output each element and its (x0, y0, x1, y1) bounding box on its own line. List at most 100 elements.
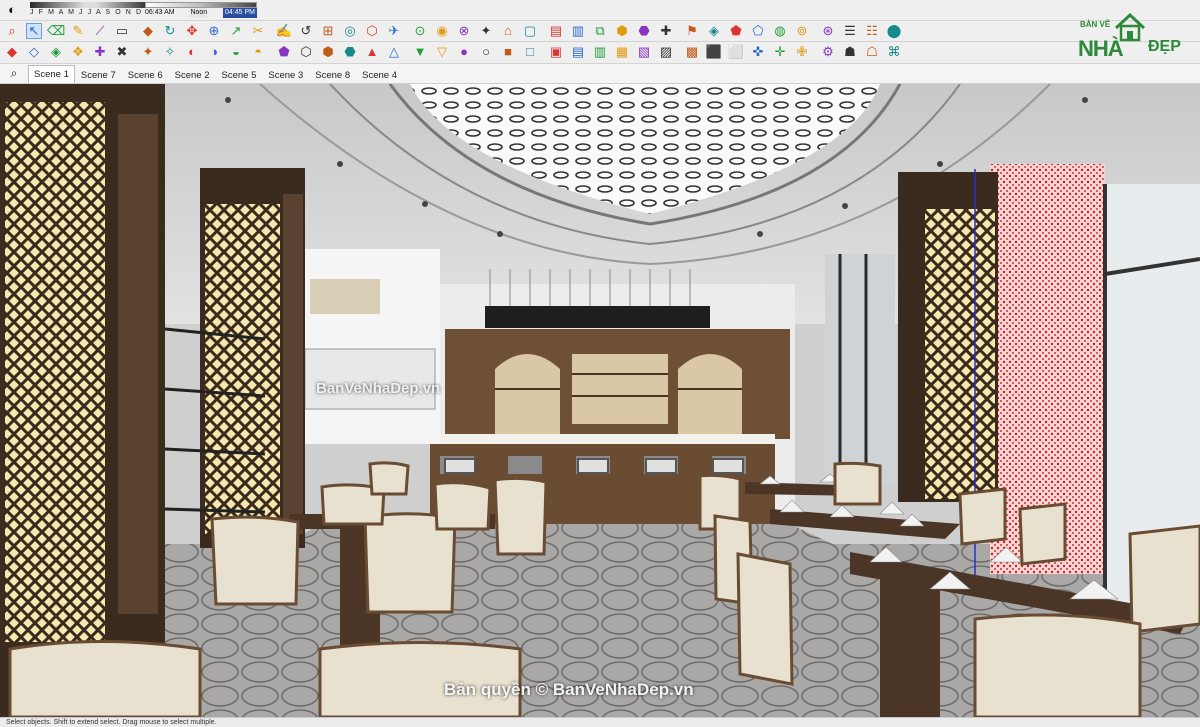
toolbar-tool-icon[interactable]: ⬟ (728, 23, 744, 39)
toolset-tool-icon[interactable]: ⬣ (342, 44, 358, 60)
toolbar-tool-icon[interactable]: ⊙ (412, 23, 428, 39)
toolset-tool-icon[interactable]: △ (386, 44, 402, 60)
toolbar-tool-icon[interactable]: ⚑ (684, 23, 700, 39)
toolbar-tool-icon[interactable]: ◆ (140, 23, 156, 39)
tab-scene-7[interactable]: Scene 7 (75, 67, 122, 83)
toolbar-tool-icon[interactable]: ✈ (386, 23, 402, 39)
model-viewport[interactable]: BanVeNhaDep.vn Bản quyền © BanVeNhaDep.v… (0, 84, 1200, 717)
toolset-tool-icon[interactable]: ✙ (794, 44, 810, 60)
toolset-tool-icon[interactable]: ▨ (658, 44, 674, 60)
toolset-tool-icon[interactable]: ◆ (4, 44, 20, 60)
toolbar-tool-icon[interactable]: ⬣ (636, 23, 652, 39)
toolbar-tool-icon[interactable]: ▤ (548, 23, 564, 39)
tab-scene-3[interactable]: Scene 3 (262, 67, 309, 83)
toolset-tool-icon[interactable]: ✖ (114, 44, 130, 60)
toolbar-tool-icon[interactable]: ✂ (250, 23, 266, 39)
toolset-tool-icon[interactable]: ✛ (772, 44, 788, 60)
toolbar-row-2: ⌕ ↖ ⌫ ✎ ⟋ ▭ ◆ ↻ ✥ ⊕ ↗ ✂ ✍ ↺ ⊞ ◎ ⬡ ✈ ⊙ ◉ ⊗ ✦ ⌂ ▢ ▤ ▥ ⧉ ⬢ ⬣ ✚ ⚑ ◈ ⬟ ⬠ ◍ ⊚ ⊛ ☰ ☷ ⬤ (0, 21, 1200, 42)
toolset-tool-icon[interactable]: ◐ (184, 44, 200, 60)
toolbar-tool-icon[interactable]: ✦ (478, 23, 494, 39)
toolbar-tool-icon[interactable]: ⟋ (92, 23, 108, 39)
toolset-tool-icon[interactable]: ▦ (614, 44, 630, 60)
toolset-tool-icon[interactable]: ⬜ (728, 44, 744, 60)
toolset-tool-icon[interactable]: ⬢ (320, 44, 336, 60)
toolbar-tool-icon[interactable]: ⊗ (456, 23, 472, 39)
toolbar-tool-icon[interactable]: ☰ (842, 23, 858, 39)
status-bar: Select objects. Shift to extend select. … (0, 717, 1200, 727)
toolbar-tool-icon[interactable]: ↗ (228, 23, 244, 39)
toolbar-tool-icon[interactable]: ✍ (276, 23, 292, 39)
toolbar-tool-icon[interactable]: ⊕ (206, 23, 222, 39)
toolset-tool-icon[interactable]: ⬛ (706, 44, 722, 60)
toolbar-tool-icon[interactable]: ✎ (70, 23, 86, 39)
toolbar-tool-icon[interactable]: ◎ (342, 23, 358, 39)
shadow-time-slider[interactable]: 06:43 AM Noon 04:45 PM (145, 2, 257, 19)
tab-scene-8[interactable]: Scene 8 (309, 67, 356, 83)
toolset-tool-icon[interactable]: ⬡ (298, 44, 314, 60)
toolbar-tool-icon[interactable]: ⬤ (886, 23, 902, 39)
toolset-tool-icon[interactable]: ⬟ (276, 44, 292, 60)
shadow-date-slider[interactable]: J F M A M J J A S O N D (30, 2, 150, 19)
toolbar-tool-icon[interactable]: ⧉ (592, 23, 608, 39)
toolbar-tool-icon[interactable]: ↻ (162, 23, 178, 39)
toolset-tool-icon[interactable]: ⚙ (820, 44, 836, 60)
toolset-tool-icon[interactable]: ◈ (48, 44, 64, 60)
toolset-tool-icon[interactable]: ✦ (140, 44, 156, 60)
toolset-tool-icon[interactable]: ▲ (364, 44, 380, 60)
toolset-tool-icon[interactable]: ✚ (92, 44, 108, 60)
toolset-tool-icon[interactable]: ▼ (412, 44, 428, 60)
toolset-tool-icon[interactable]: ■ (500, 44, 516, 60)
toolbar-tool-icon[interactable]: ⊞ (320, 23, 336, 39)
toolbar-tool-icon[interactable]: ✥ (184, 23, 200, 39)
tab-scene-6[interactable]: Scene 6 (122, 67, 169, 83)
toolbar-tool-icon[interactable]: ◍ (772, 23, 788, 39)
toolbar-tool-icon[interactable]: ↖ (26, 23, 42, 39)
toolset-tool-icon[interactable]: ▩ (684, 44, 700, 60)
toolbar-tool-icon[interactable]: ↺ (298, 23, 314, 39)
toolset-tool-icon[interactable]: ✧ (162, 44, 178, 60)
tab-scene-1[interactable]: Scene 1 (28, 65, 75, 83)
toolbar-tool-icon[interactable]: ⌂ (500, 23, 516, 39)
toolbar-tool-icon[interactable]: ▭ (114, 23, 130, 39)
toolbar-tool-icon[interactable]: ▥ (570, 23, 586, 39)
toolbar-tool-icon[interactable]: ⌕ (4, 23, 20, 39)
toolbar-tool-icon[interactable]: ⌫ (47, 23, 65, 39)
toolbar-tool-icon[interactable]: ◉ (434, 23, 450, 39)
toolset-tool-icon[interactable]: ☖ (864, 44, 880, 60)
toolset-tool-icon[interactable]: ◓ (250, 44, 266, 60)
toolset-tool-icon[interactable]: ▽ (434, 44, 450, 60)
toolset-tool-icon[interactable]: ▥ (592, 44, 608, 60)
toolbar-row-1: ◐ J F M A M J J A S O N D 06:43 AM Noon … (0, 0, 1200, 21)
toolbar-row-3: ◆ ◇ ◈ ❖ ✚ ✖ ✦ ✧ ◐ ◑ ◒ ◓ ⬟ ⬡ ⬢ ⬣ ▲ △ ▼ ▽ ● ○ ■ □ ▣ ▤ ▥ ▦ ▧ ▨ ▩ ⬛ ⬜ ✜ ✛ ✙ ⚙ ☗ ☖ ⌘ (0, 42, 1200, 64)
time-start-label: 06:43 AM (145, 9, 175, 16)
toolbar-tool-icon[interactable]: ☷ (864, 23, 880, 39)
search-icon[interactable]: ⌕ (0, 64, 28, 83)
toolbar-tool-icon[interactable]: ⬡ (364, 23, 380, 39)
toolbar-tool-icon[interactable]: ✚ (658, 23, 674, 39)
toolset-tool-icon[interactable]: ▣ (548, 44, 564, 60)
toolset-tool-icon[interactable]: ☗ (842, 44, 858, 60)
time-mid-label: Noon (190, 8, 208, 18)
toolset-tool-icon[interactable]: ❖ (70, 44, 86, 60)
shadow-icon[interactable]: ◐ (4, 2, 20, 18)
toolset-tool-icon[interactable]: ○ (478, 44, 494, 60)
toolset-tool-icon[interactable]: ✜ (750, 44, 766, 60)
toolset-tool-icon[interactable]: ● (456, 44, 472, 60)
logo-tail: ĐẸP (1148, 38, 1181, 55)
tab-scene-2[interactable]: Scene 2 (169, 67, 216, 83)
toolbar-tool-icon[interactable]: ⬠ (750, 23, 766, 39)
toolset-tool-icon[interactable]: ⌘ (886, 44, 902, 60)
toolset-tool-icon[interactable]: □ (522, 44, 538, 60)
toolbar-tool-icon[interactable]: ⊛ (820, 23, 836, 39)
toolbar-tool-icon[interactable]: ⊚ (794, 23, 810, 39)
toolset-tool-icon[interactable]: ◒ (228, 44, 244, 60)
toolset-tool-icon[interactable]: ▤ (570, 44, 586, 60)
toolbar-tool-icon[interactable]: ◈ (706, 23, 722, 39)
toolset-tool-icon[interactable]: ◇ (26, 44, 42, 60)
tab-scene-5[interactable]: Scene 5 (216, 67, 263, 83)
toolset-tool-icon[interactable]: ▧ (636, 44, 652, 60)
toolbar-tool-icon[interactable]: ▢ (522, 23, 538, 39)
toolbar-tool-icon[interactable]: ⬢ (614, 23, 630, 39)
tab-scene-4[interactable]: Scene 4 (356, 67, 403, 83)
toolset-tool-icon[interactable]: ◑ (206, 44, 222, 60)
